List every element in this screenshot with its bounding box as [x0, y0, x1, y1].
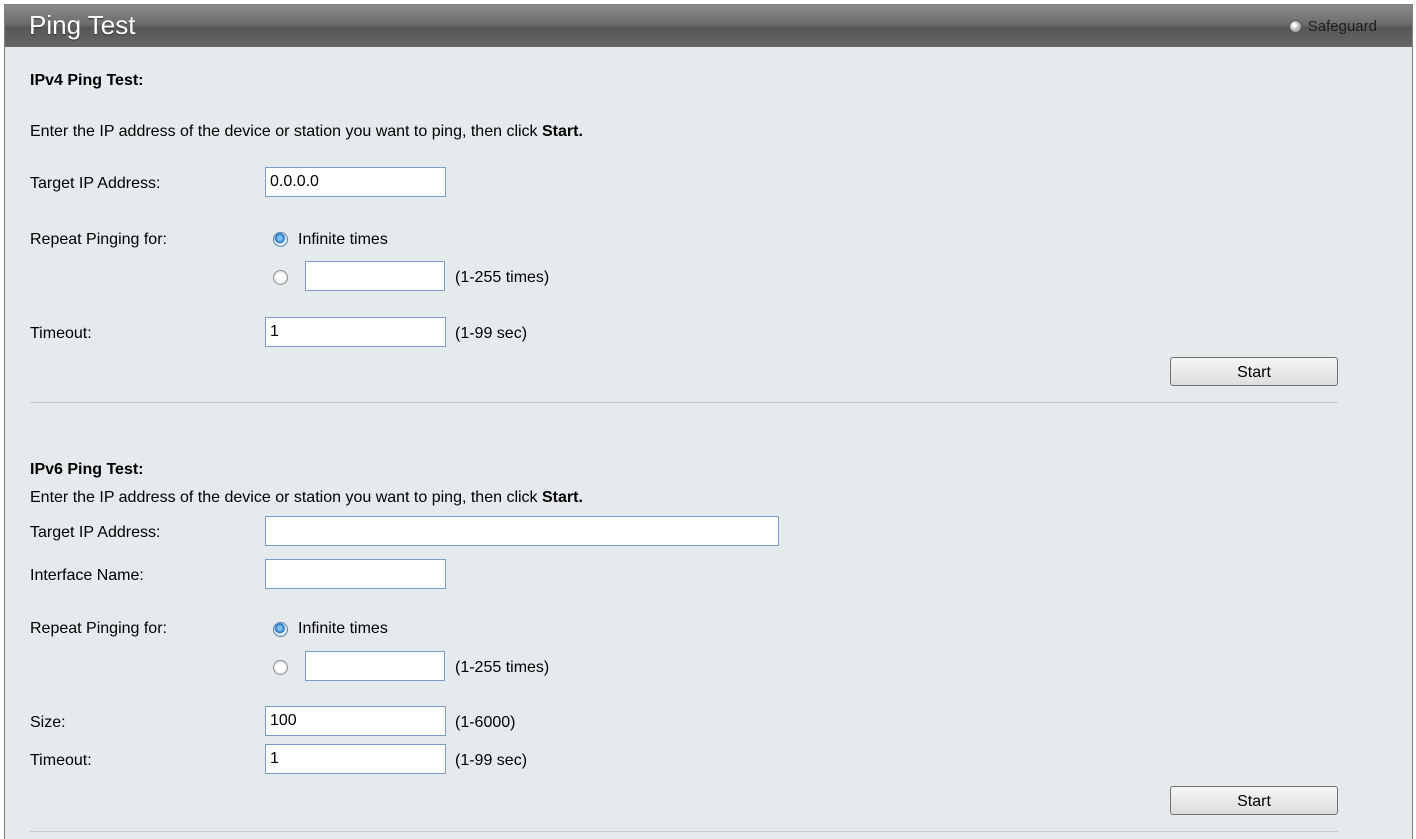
ipv4-target-ip-input[interactable] — [265, 167, 446, 197]
ipv6-instruction-text: Enter the IP address of the device or st… — [30, 489, 542, 506]
ipv4-instruction-start: Start. — [542, 123, 583, 140]
ipv6-interface-label: Interface Name: — [30, 567, 144, 584]
ipv6-times-radio[interactable] — [273, 660, 288, 675]
ipv4-times-radio[interactable] — [273, 270, 288, 285]
ipv6-instruction: Enter the IP address of the device or st… — [30, 489, 583, 507]
ipv6-start-button[interactable]: Start — [1170, 786, 1338, 815]
page-title: Ping Test — [29, 10, 136, 40]
ipv4-target-label: Target IP Address: — [30, 175, 161, 192]
safeguard-indicator[interactable]: Safeguard — [1288, 18, 1377, 35]
safeguard-status-icon — [1288, 20, 1302, 33]
title-bar: Ping Test Safeguard — [5, 5, 1412, 47]
ipv6-timeout-input[interactable] — [265, 744, 446, 774]
ipv6-timeout-range: (1-99 sec) — [455, 752, 528, 769]
ping-test-panel: Ping Test Safeguard IPv4 Ping Test: Ente… — [4, 4, 1413, 839]
ipv6-size-input[interactable] — [265, 706, 446, 736]
ipv6-size-label: Size: — [30, 714, 66, 731]
ipv6-repeat-label: Repeat Pinging for: — [30, 620, 167, 637]
safeguard-label: Safeguard — [1307, 18, 1377, 35]
ipv4-start-button[interactable]: Start — [1170, 357, 1338, 386]
ipv4-timeout-label: Timeout: — [30, 325, 92, 342]
ipv6-times-range: (1-255 times) — [455, 659, 550, 676]
ipv4-times-input[interactable] — [305, 261, 445, 291]
section-divider — [30, 402, 1338, 403]
ipv6-target-ip-input[interactable] — [265, 516, 779, 546]
ipv4-infinite-radio[interactable] — [273, 232, 288, 247]
ipv6-instruction-start: Start. — [542, 489, 583, 506]
ipv4-repeat-label: Repeat Pinging for: — [30, 231, 167, 248]
ipv6-times-input[interactable] — [305, 651, 445, 681]
ipv4-timeout-input[interactable] — [265, 317, 446, 347]
ipv4-timeout-range: (1-99 sec) — [455, 325, 528, 342]
ipv6-target-label: Target IP Address: — [30, 524, 161, 541]
ipv6-timeout-label: Timeout: — [30, 752, 92, 769]
ipv6-heading: IPv6 Ping Test: — [30, 461, 144, 478]
section-divider-bottom — [30, 831, 1338, 832]
ipv4-heading: IPv4 Ping Test: — [30, 72, 144, 89]
ipv4-infinite-label: Infinite times — [298, 231, 388, 248]
ipv6-infinite-radio[interactable] — [273, 622, 288, 637]
ipv4-times-range: (1-255 times) — [455, 269, 550, 286]
ipv4-instruction: Enter the IP address of the device or st… — [30, 123, 583, 141]
ipv4-instruction-text: Enter the IP address of the device or st… — [30, 123, 542, 140]
ipv6-size-range: (1-6000) — [455, 714, 516, 731]
ipv6-interface-input[interactable] — [265, 559, 446, 589]
ipv6-infinite-label: Infinite times — [298, 620, 388, 637]
